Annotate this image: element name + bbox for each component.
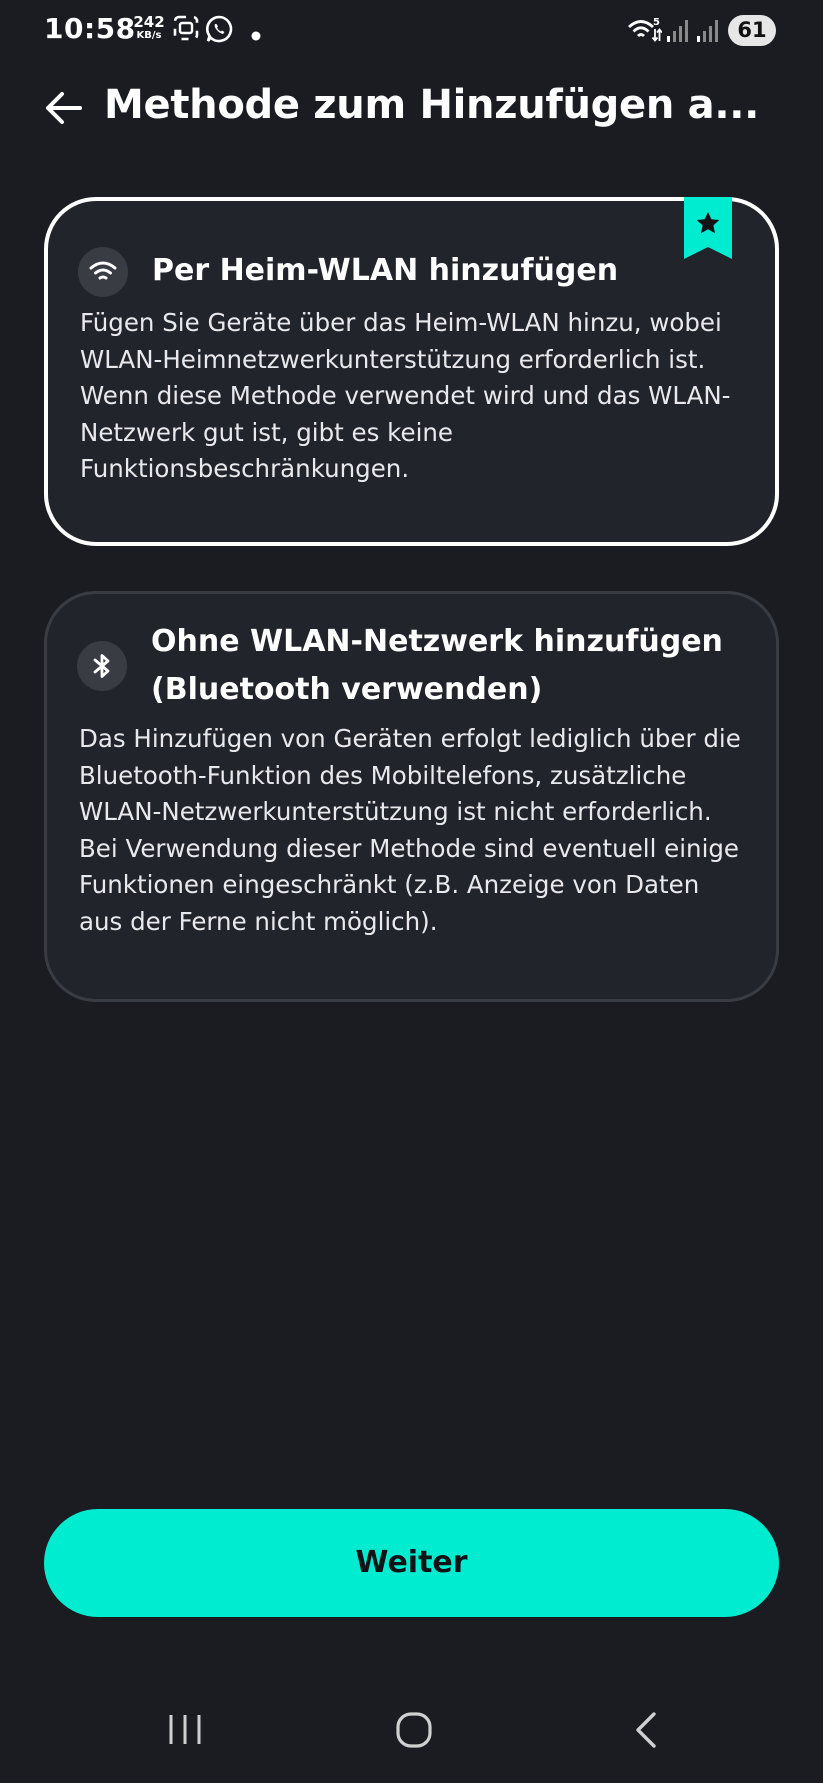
network-speed-value: 242 <box>133 13 165 31</box>
nav-back-button[interactable] <box>616 1700 676 1760</box>
notification-dot-icon <box>251 26 261 45</box>
recent-apps-icon <box>169 1715 201 1744</box>
signal-icon <box>696 18 720 48</box>
wifi-icon: 5 <box>626 16 663 50</box>
option-card-home-wlan[interactable]: Per Heim-WLAN hinzufügen Fügen Sie Gerät… <box>44 197 779 546</box>
option-description: Fügen Sie Geräte über das Heim-WLAN hinz… <box>80 308 731 483</box>
screenshot-icon <box>172 14 200 46</box>
status-bar: 10:58 242 KB/s 5 61 <box>0 0 823 62</box>
signal-icon <box>666 18 690 48</box>
network-speed-unit: KB/s <box>136 30 162 41</box>
whatsapp-icon <box>204 14 234 48</box>
back-button[interactable] <box>40 84 88 132</box>
option-description: Das Hinzufügen von Geräten erfolgt ledig… <box>79 724 741 936</box>
page-title: Methode zum Hinzufügen a... <box>104 82 760 128</box>
wifi-icon <box>78 247 128 297</box>
continue-button[interactable]: Weiter <box>44 1509 779 1617</box>
back-icon <box>636 1712 656 1748</box>
home-icon <box>396 1712 432 1748</box>
recent-apps-button[interactable] <box>155 1700 215 1760</box>
arrow-left-icon <box>46 92 82 124</box>
option-card-bluetooth[interactable]: Ohne WLAN-Netzwerk hinzufügen (Bluetooth… <box>44 591 779 1002</box>
bluetooth-icon <box>77 641 127 691</box>
status-time: 10:58 <box>44 12 136 45</box>
option-title: Per Heim-WLAN hinzufügen <box>152 253 619 288</box>
battery-indicator: 61 <box>728 15 776 46</box>
option-title: Ohne WLAN-Netzwerk hinzufügen (Bluetooth… <box>151 624 723 707</box>
network-speed: 242 KB/s <box>132 15 166 41</box>
svg-text:5: 5 <box>653 17 660 28</box>
home-button[interactable] <box>384 1700 444 1760</box>
